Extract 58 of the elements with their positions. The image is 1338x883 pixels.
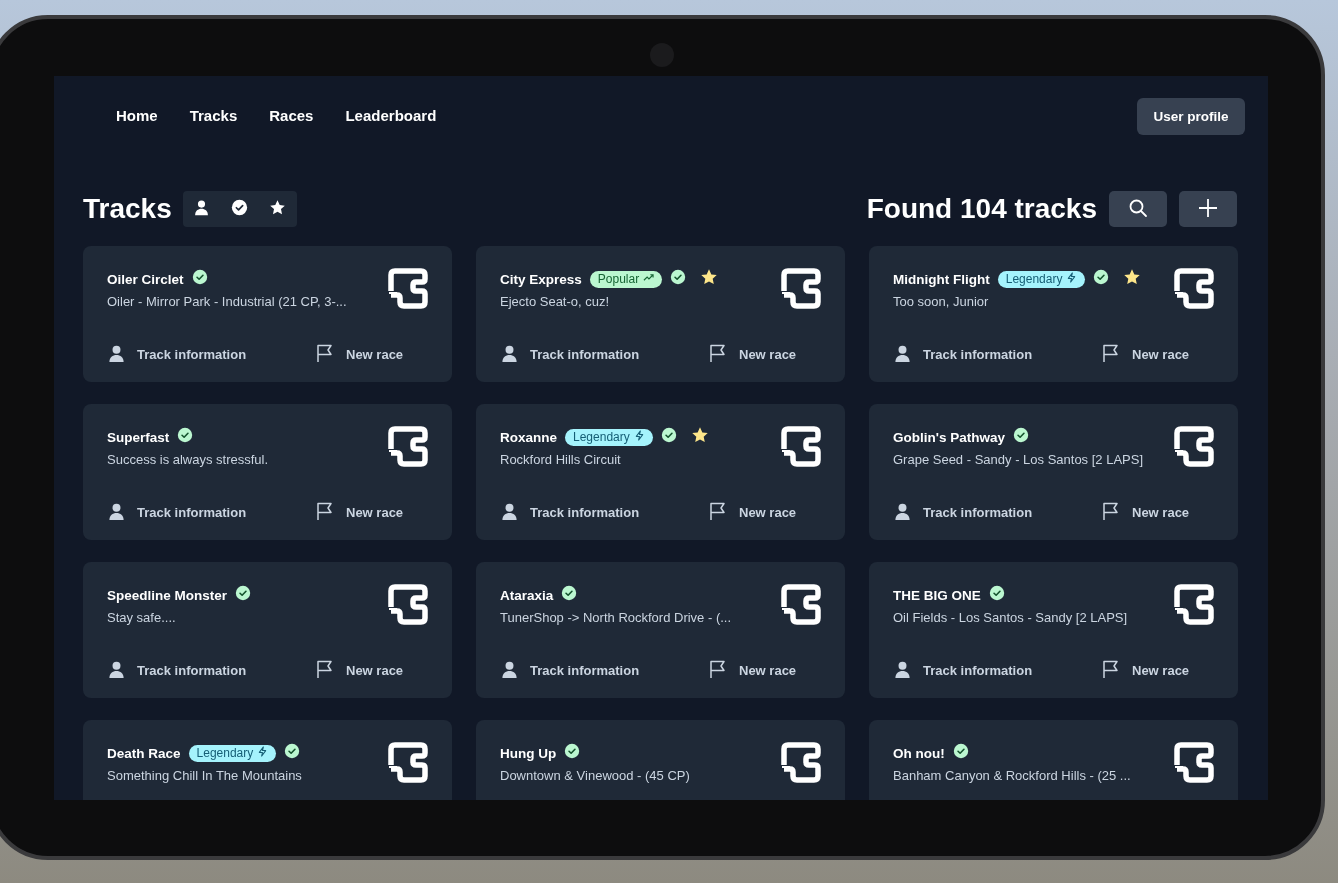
track-count: Found 104 tracks xyxy=(866,193,1097,225)
track-information-button[interactable]: Track information xyxy=(107,659,315,682)
new-race-button[interactable]: New race xyxy=(708,343,797,366)
nav-link[interactable]: Home xyxy=(116,106,158,124)
track-information-button[interactable]: Track information xyxy=(107,343,315,366)
nav-link[interactable]: Tracks xyxy=(189,106,238,124)
track-name: Speedline Monster xyxy=(107,587,228,603)
track-description: Ejecto Seat-o, cuz! xyxy=(500,294,611,310)
track-name: THE BIG ONE xyxy=(893,587,981,603)
track-information-button[interactable]: Track information xyxy=(500,659,708,682)
track-name: Oiler Circlet xyxy=(107,271,184,287)
track-name: Midnight Flight xyxy=(893,271,990,287)
track-name: City Express xyxy=(500,271,582,287)
badge: Legendary xyxy=(997,270,1086,288)
track-name: Oh nou! xyxy=(893,745,945,761)
nav-link[interactable]: Races xyxy=(269,106,314,124)
new-race-button[interactable]: New race xyxy=(1101,501,1190,524)
track-information-button[interactable]: Track information xyxy=(500,501,708,524)
new-race-button[interactable]: New race xyxy=(708,501,797,524)
track-description: Oiler - Mirror Park - Industrial (21 CP, 3-... xyxy=(107,294,347,310)
track-name: Goblin's Pathway xyxy=(893,429,1005,445)
new-race-button[interactable]: New race xyxy=(1101,343,1190,366)
track-name: Death Race xyxy=(107,745,181,761)
lightning-icon xyxy=(257,746,269,760)
badge: Legendary xyxy=(188,744,277,762)
badge: Legendary xyxy=(565,428,653,446)
new-race-button[interactable]: New race xyxy=(1101,659,1190,682)
nav-link[interactable]: Leaderboard xyxy=(345,106,437,124)
track-description: Stay safe.... xyxy=(107,610,177,626)
track-description: Something Chill In The Mountains xyxy=(107,768,302,784)
track-description: TunerShop -> North Rockford Drive - (... xyxy=(500,610,732,626)
page-title: Tracks xyxy=(83,193,172,225)
new-race-button[interactable]: New race xyxy=(315,343,404,366)
new-race-button[interactable]: New race xyxy=(708,659,797,682)
new-race-button[interactable]: New race xyxy=(315,659,404,682)
track-name: Superfast xyxy=(107,429,170,445)
track-information-button[interactable]: Track information xyxy=(893,501,1101,524)
badge: Popular xyxy=(589,270,663,288)
track-description: Oil Fields - Los Santos - Sandy [2 LAPS] xyxy=(893,610,1128,626)
track-name: Roxanne xyxy=(500,429,557,445)
track-description: Banham Canyon & Rockford Hills - (25 ... xyxy=(893,768,1131,784)
track-description: Rockford Hills Circuit xyxy=(500,452,622,468)
lightning-icon xyxy=(1066,272,1078,286)
new-race-button[interactable]: New race xyxy=(315,501,404,524)
lightning-icon xyxy=(633,430,645,444)
track-information-button[interactable]: Track information xyxy=(500,343,708,366)
add-button[interactable] xyxy=(1179,191,1237,227)
track-information-button[interactable]: Track information xyxy=(107,501,315,524)
track-information-button[interactable]: Track information xyxy=(893,659,1101,682)
track-name: Ataraxia xyxy=(500,587,554,603)
track-description: Success is always stressful. xyxy=(107,452,269,468)
user-profile-button[interactable]: User profile xyxy=(1137,97,1245,135)
track-description: Downtown & Vinewood - (45 CP) xyxy=(500,768,690,784)
track-description: Too soon, Junior xyxy=(893,294,990,310)
track-information-button[interactable]: Track information xyxy=(893,343,1101,366)
search-button[interactable] xyxy=(1109,191,1167,227)
track-description: Grape Seed - Sandy - Los Santos [2 LAPS] xyxy=(893,452,1144,468)
track-name: Hung Up xyxy=(500,745,557,761)
